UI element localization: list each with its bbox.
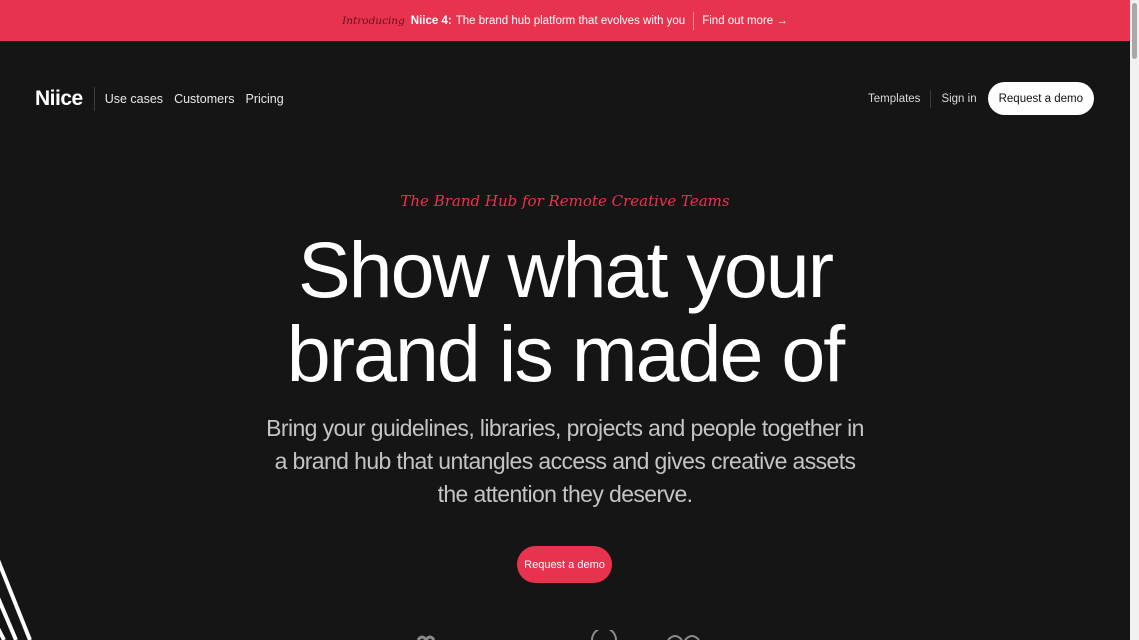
nav-link-use-cases[interactable]: Use cases [105,92,163,106]
decorative-stripes [0,559,32,640]
nav-link-customers[interactable]: Customers [174,92,234,106]
request-demo-button-nav[interactable]: Request a demo [987,82,1094,115]
scrollbar-thumb[interactable] [1132,3,1137,59]
headline-line-1: Show what your [297,225,834,314]
banner-intro: Introducing [342,14,405,27]
find-out-more-link[interactable]: Find out more → [702,15,788,27]
banner-divider [693,11,695,30]
hero-tagline: The Brand Hub for Remote Creative Teams [400,192,730,210]
nav-divider [93,86,95,111]
banner-brand: Niice 4: [410,14,452,27]
headline-line-2: brand is made of [286,309,845,398]
templates-link[interactable]: Templates [868,93,920,105]
scrollbar[interactable] [1130,0,1139,640]
main-nav: Niice Use cases Customers Pricing Templa… [35,82,1094,115]
hero-headline: Show what your brand is made of [0,228,1130,396]
niice-logo[interactable]: Niice [35,87,83,111]
hero-subtext: Bring your guidelines, libraries, projec… [266,415,864,507]
announcement-banner: Introducing Niice 4: The brand hub platf… [0,0,1130,41]
banner-text: The brand hub platform that evolves with… [455,14,686,27]
nav-link-pricing[interactable]: Pricing [246,92,284,106]
customer-logos-strip [416,630,700,640]
nav-divider-right [930,89,932,108]
sign-in-link[interactable]: Sign in [941,93,976,105]
request-demo-button-hero[interactable]: Request a demo [517,546,612,583]
